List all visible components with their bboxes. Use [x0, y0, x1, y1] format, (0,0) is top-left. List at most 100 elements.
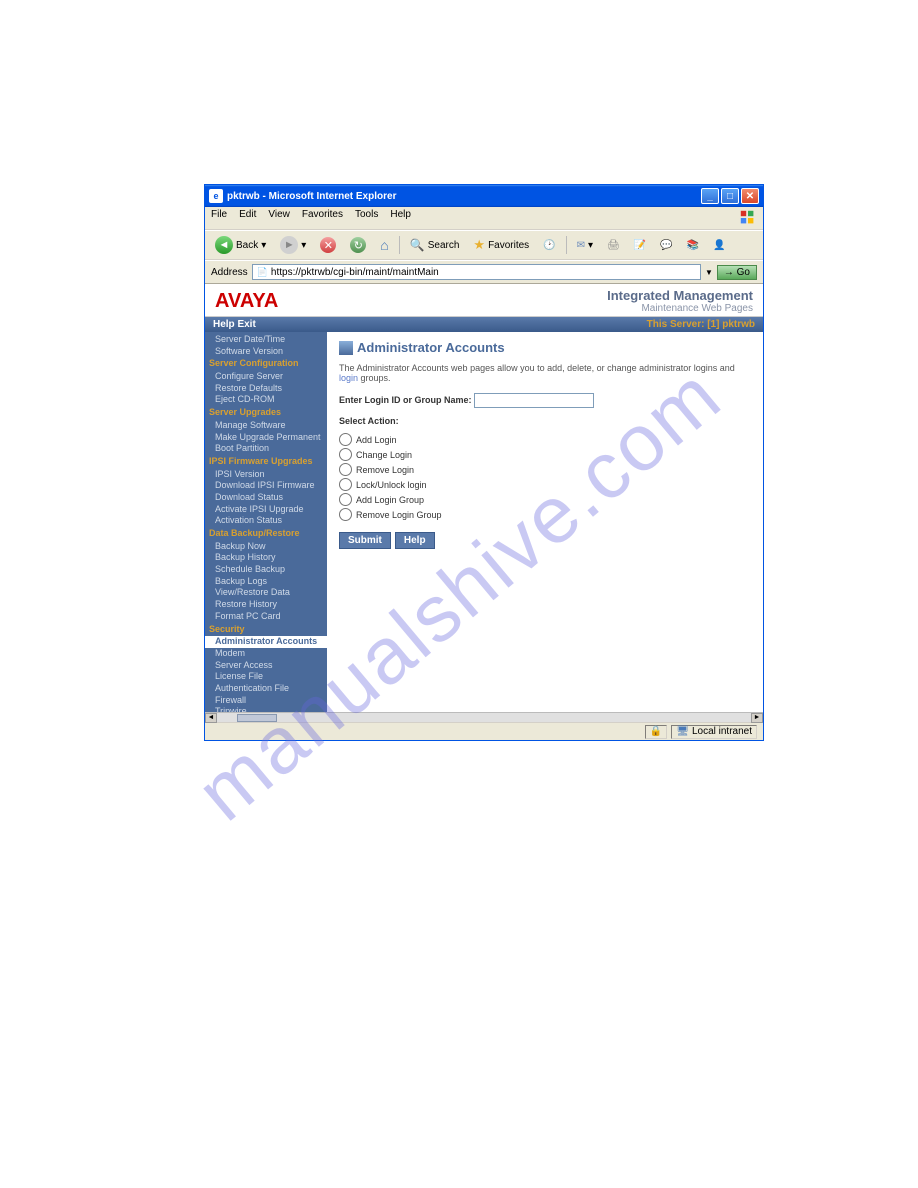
- sidebar-item[interactable]: License File: [205, 671, 327, 683]
- main-panel: Administrator Accounts The Administrator…: [327, 332, 763, 712]
- favorites-button[interactable]: ★Favorites: [469, 235, 533, 255]
- action-radio-label: Change Login: [356, 450, 412, 460]
- search-icon: 🔍: [410, 238, 425, 252]
- sidebar-item[interactable]: Configure Server: [205, 371, 327, 383]
- scroll-left-button[interactable]: ◄: [205, 713, 217, 723]
- maximize-button[interactable]: □: [721, 188, 739, 204]
- action-radio[interactable]: [339, 463, 352, 476]
- sidebar-section[interactable]: Security: [205, 623, 327, 637]
- sidebar-item[interactable]: Authentication File: [205, 683, 327, 695]
- sidebar-item[interactable]: IPSI Version: [205, 469, 327, 481]
- sidebar-item[interactable]: Restore Defaults: [205, 383, 327, 395]
- action-radio-row: Remove Login Group: [339, 507, 751, 522]
- sidebar-item[interactable]: Backup Now: [205, 541, 327, 553]
- sidebar-section[interactable]: Server Configuration: [205, 357, 327, 371]
- help-bar: Help Exit This Server: [1] pktrwb: [205, 317, 763, 332]
- statusbar: 🔒 🖥Local intranet: [205, 722, 763, 740]
- sidebar-section[interactable]: IPSI Firmware Upgrades: [205, 455, 327, 469]
- action-radio-row: Add Login Group: [339, 492, 751, 507]
- sidebar-scrollbar: ◄ ►: [205, 712, 763, 722]
- home-button[interactable]: ⌂: [376, 235, 392, 255]
- action-radio[interactable]: [339, 448, 352, 461]
- titlebar: e pktrwb - Microsoft Internet Explorer _…: [205, 185, 763, 207]
- menu-favorites[interactable]: Favorites: [302, 209, 343, 227]
- sidebar-item[interactable]: Software Version: [205, 346, 327, 358]
- stop-button[interactable]: ✕: [316, 235, 340, 255]
- go-button[interactable]: → Go: [717, 265, 757, 280]
- sidebar-item[interactable]: Activate IPSI Upgrade: [205, 504, 327, 516]
- ie-page-icon: e: [209, 189, 223, 203]
- login-id-input[interactable]: [474, 393, 594, 408]
- scroll-right-button[interactable]: ►: [751, 713, 763, 723]
- help-button[interactable]: Help: [395, 532, 435, 549]
- forward-button[interactable]: ► ▾: [276, 234, 310, 256]
- menu-tools[interactable]: Tools: [355, 209, 378, 227]
- sidebar-item[interactable]: Schedule Backup: [205, 564, 327, 576]
- action-radio-label: Add Login: [356, 435, 397, 445]
- history-button[interactable]: 🕑: [539, 238, 559, 253]
- menu-file[interactable]: File: [211, 209, 227, 227]
- submit-button[interactable]: Submit: [339, 532, 391, 549]
- sidebar-item[interactable]: Boot Partition: [205, 443, 327, 455]
- address-dropdown[interactable]: ▼: [705, 268, 713, 277]
- panel-title: Administrator Accounts: [339, 340, 751, 355]
- avaya-logo: AVAYA: [215, 290, 278, 313]
- sidebar-item[interactable]: Format PC Card: [205, 611, 327, 623]
- research-button[interactable]: 📚: [683, 238, 703, 253]
- sidebar-section[interactable]: Data Backup/Restore: [205, 527, 327, 541]
- sidebar-item[interactable]: Backup Logs: [205, 576, 327, 588]
- sidebar-item[interactable]: Tripwire: [205, 706, 327, 712]
- home-icon: ⌂: [380, 237, 388, 253]
- action-radio-label: Add Login Group: [356, 495, 424, 505]
- header-right: Integrated Management Maintenance Web Pa…: [607, 288, 753, 314]
- sidebar-section[interactable]: Server Upgrades: [205, 406, 327, 420]
- messenger-button[interactable]: 👤: [709, 238, 729, 253]
- menu-view[interactable]: View: [268, 209, 290, 227]
- action-radio-label: Lock/Unlock login: [356, 480, 427, 490]
- back-button[interactable]: ◄Back ▾: [211, 234, 270, 256]
- action-radio-label: Remove Login: [356, 465, 414, 475]
- discuss-button[interactable]: 💬: [656, 238, 676, 253]
- separator: [566, 236, 567, 254]
- address-label: Address: [211, 267, 248, 278]
- help-exit-link[interactable]: Help Exit: [213, 319, 256, 330]
- address-input[interactable]: 📄 https://pktrwb/cgi-bin/maint/maintMain: [252, 264, 701, 280]
- page-header: AVAYA Integrated Management Maintenance …: [205, 284, 763, 317]
- sidebar-item[interactable]: Make Upgrade Permanent: [205, 432, 327, 444]
- edit-button[interactable]: 📝: [630, 238, 650, 253]
- sidebar-item[interactable]: Download Status: [205, 492, 327, 504]
- action-radio[interactable]: [339, 508, 352, 521]
- sidebar-item[interactable]: View/Restore Data: [205, 587, 327, 599]
- mail-button[interactable]: ✉▾: [573, 238, 597, 253]
- sidebar-item[interactable]: Restore History: [205, 599, 327, 611]
- action-radio[interactable]: [339, 478, 352, 491]
- close-button[interactable]: ✕: [741, 188, 759, 204]
- sidebar-item[interactable]: Server Date/Time: [205, 334, 327, 346]
- toolbar: ◄Back ▾ ► ▾ ✕ ↻ ⌂ 🔍Search ★Favorites 🕑 ✉…: [205, 230, 763, 260]
- action-radio-row: Add Login: [339, 432, 751, 447]
- menu-help[interactable]: Help: [390, 209, 411, 227]
- menu-edit[interactable]: Edit: [239, 209, 256, 227]
- addressbar: Address 📄 https://pktrwb/cgi-bin/maint/m…: [205, 260, 763, 284]
- sidebar-item[interactable]: Firewall: [205, 695, 327, 707]
- print-button[interactable]: 🖨: [603, 238, 624, 253]
- login-link[interactable]: login: [339, 373, 358, 383]
- refresh-button[interactable]: ↻: [346, 235, 370, 255]
- search-button[interactable]: 🔍Search: [406, 236, 464, 254]
- minimize-button[interactable]: _: [701, 188, 719, 204]
- sidebar-item[interactable]: Server Access: [205, 660, 327, 672]
- sidebar-item[interactable]: Backup History: [205, 552, 327, 564]
- window-controls: _ □ ✕: [701, 188, 759, 204]
- sidebar-item[interactable]: Manage Software: [205, 420, 327, 432]
- sidebar-item[interactable]: Activation Status: [205, 515, 327, 527]
- zone-icon: 🖥: [676, 726, 689, 737]
- action-radio[interactable]: [339, 493, 352, 506]
- scroll-thumb[interactable]: [237, 714, 277, 722]
- sidebar-item[interactable]: Eject CD-ROM: [205, 394, 327, 406]
- sidebar-item[interactable]: Modem: [205, 648, 327, 660]
- action-radio[interactable]: [339, 433, 352, 446]
- sidebar-item[interactable]: Download IPSI Firmware: [205, 480, 327, 492]
- sidebar-item[interactable]: Administrator Accounts: [205, 636, 327, 648]
- sidebar: Server Date/TimeSoftware VersionServer C…: [205, 332, 327, 712]
- discuss-icon: 💬: [660, 240, 672, 251]
